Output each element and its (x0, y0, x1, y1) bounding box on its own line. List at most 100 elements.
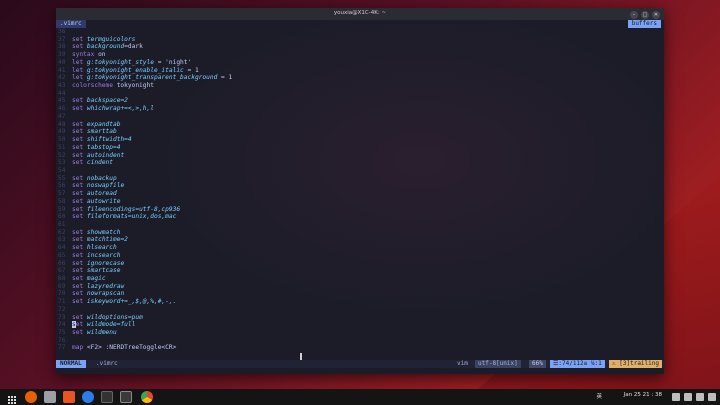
code-line[interactable]: 49 set smarttab (58, 128, 664, 136)
code-line[interactable]: 36 (58, 28, 664, 36)
vim-cmdline[interactable] (56, 368, 664, 374)
line-number: 70 (58, 290, 66, 298)
line-number: 38 (58, 43, 66, 51)
status-encoding: utf-8[unix] (475, 360, 521, 368)
code-option: autowrite (86, 197, 121, 205)
line-number: 59 (58, 205, 66, 213)
code-option: smarttab (86, 128, 117, 136)
code-line[interactable]: 74 set wildmode=full (58, 321, 664, 329)
code-option: hlsearch (86, 244, 117, 252)
code-line[interactable]: 64 set hlsearch (58, 244, 664, 252)
code-line[interactable]: 69 set lazyredraw (58, 283, 664, 291)
code-option: matchtime=2 (86, 236, 128, 244)
chrome-icon[interactable] (141, 391, 153, 403)
close-button[interactable]: ✕ (652, 10, 660, 19)
maximize-button[interactable]: □ (641, 10, 649, 19)
code-line[interactable]: 63 set matchtime=2 (58, 236, 664, 244)
code-line[interactable]: 40 let g:tokyonight_style = 'night' (58, 59, 664, 67)
code-option: whichwrap+=<,>,h,l (86, 105, 154, 113)
code-line[interactable]: 57 set autoread (58, 190, 664, 198)
code-line[interactable]: 39 syntax on (58, 51, 664, 59)
text-buffer[interactable]: 36 37 set termguicolors 38 set background=da… (58, 28, 664, 353)
code-keyword: set (72, 128, 84, 136)
code-option: noswapfile (86, 182, 125, 190)
code-line[interactable]: 61 (58, 221, 664, 229)
code-line[interactable]: 44 (58, 90, 664, 98)
line-number: 51 (58, 143, 66, 151)
code-line[interactable]: 60 set fileformats=unix,dos,mac (58, 213, 664, 221)
code-line[interactable]: 66 set ignorecase (58, 260, 664, 268)
code-line[interactable]: 75 set wildmenu (58, 329, 664, 337)
code-line[interactable]: 38 set background=dark (58, 43, 664, 51)
power-icon[interactable] (708, 393, 716, 401)
code-line[interactable]: 76 (58, 337, 664, 345)
code-line[interactable]: 54 (58, 167, 664, 175)
minimize-button[interactable]: – (630, 10, 638, 19)
files-icon[interactable] (44, 391, 56, 403)
line-number: 42 (58, 74, 66, 82)
line-number: 57 (58, 190, 66, 198)
code-line[interactable]: 58 set autowrite (58, 198, 664, 206)
code-keyword: set (72, 282, 84, 290)
code-option: iskeyword+=_,$,@,%,#,-,. (86, 298, 177, 306)
code-line[interactable]: 55 set nobackup (58, 175, 664, 183)
active-app-icon[interactable] (120, 391, 132, 403)
code-line[interactable]: 51 set tabstop=4 (58, 144, 664, 152)
code-keyword: set (72, 290, 84, 298)
code-keyword: set (72, 321, 84, 329)
block-cursor: s (72, 321, 76, 329)
code-line[interactable]: 37 set termguicolors (58, 36, 664, 44)
code-rest: tokyonight (112, 82, 154, 90)
code-line[interactable]: 56 set noswapfile (58, 182, 664, 190)
code-line[interactable]: 67 set smartcase (58, 267, 664, 275)
code-line[interactable]: 65 set incsearch (58, 252, 664, 260)
vim-editor[interactable]: .vimrc buffers 36 37 set termguicolors 38 se… (56, 20, 664, 374)
code-line[interactable]: 47 (58, 113, 664, 121)
code-line[interactable]: 77 map <F2> :NERDTreeToggle<CR> (58, 344, 664, 352)
code-line[interactable]: 43 colorscheme tokyonight (58, 82, 664, 90)
code-line[interactable]: 62 set showmatch (58, 229, 664, 237)
window-title: youxia@X1C-4K: ~ (333, 10, 387, 16)
code-line[interactable]: 50 set shiftwidth=4 (58, 136, 664, 144)
code-line[interactable]: 42 let g:tokyonight_transparent_backgroun… (58, 74, 664, 82)
code-line[interactable]: 68 set magic (58, 275, 664, 283)
battery-icon[interactable] (696, 393, 704, 401)
code-option: background (86, 43, 125, 51)
line-number: 61 (58, 220, 66, 228)
line-number: 43 (58, 82, 66, 90)
code-line[interactable]: 48 set expandtab (58, 121, 664, 129)
firefox-icon[interactable] (25, 391, 37, 403)
tab-vimrc[interactable]: .vimrc (56, 20, 86, 28)
code-keyword: syntax (72, 51, 95, 59)
code-line[interactable]: 45 set backspace=2 (58, 97, 664, 105)
line-number: 45 (58, 97, 66, 105)
code-line[interactable]: 71 set iskeyword+=_,$,@,%,#,-,. (58, 298, 664, 306)
code-option: magic (86, 275, 106, 282)
status-position: ☰:74/112≡ ℅:1 (550, 360, 605, 368)
code-line[interactable]: 70 set nowrapscan (58, 290, 664, 298)
help-icon[interactable] (82, 391, 94, 403)
volume-icon[interactable] (684, 393, 692, 401)
code-line[interactable]: 52 set autoindent (58, 152, 664, 160)
clock[interactable]: Jan 25 21 : 38 (624, 392, 662, 398)
line-number: 62 (58, 228, 66, 236)
network-icon[interactable] (672, 393, 680, 401)
line-number: 58 (58, 197, 66, 205)
app-grid-icon[interactable] (6, 391, 18, 404)
window-titlebar[interactable]: youxia@X1C-4K: ~ – □ ✕ (56, 8, 664, 20)
line-number: 49 (58, 128, 66, 136)
code-line[interactable]: 46 set whichwrap+=<,>,h,l (58, 105, 664, 113)
code-option: nowrapscan (86, 290, 125, 298)
line-number: 69 (58, 282, 66, 290)
terminal-icon[interactable] (101, 391, 113, 403)
code-line[interactable]: 53 set cindent (58, 159, 664, 167)
code-line[interactable]: 72 (58, 306, 664, 314)
software-store-icon[interactable] (63, 391, 75, 403)
code-keyword: set (72, 236, 84, 244)
ime-indicator[interactable]: 英 (596, 392, 602, 400)
code-line[interactable]: 73 set wildoptions=pum (58, 314, 664, 322)
terminal-window[interactable]: youxia@X1C-4K: ~ – □ ✕ .vimrc buffers 36… (56, 8, 664, 374)
taskbar: 英 Jan 25 21 : 38 (0, 389, 720, 405)
line-number: 48 (58, 120, 66, 128)
code-option: shiftwidth=4 (86, 136, 132, 144)
